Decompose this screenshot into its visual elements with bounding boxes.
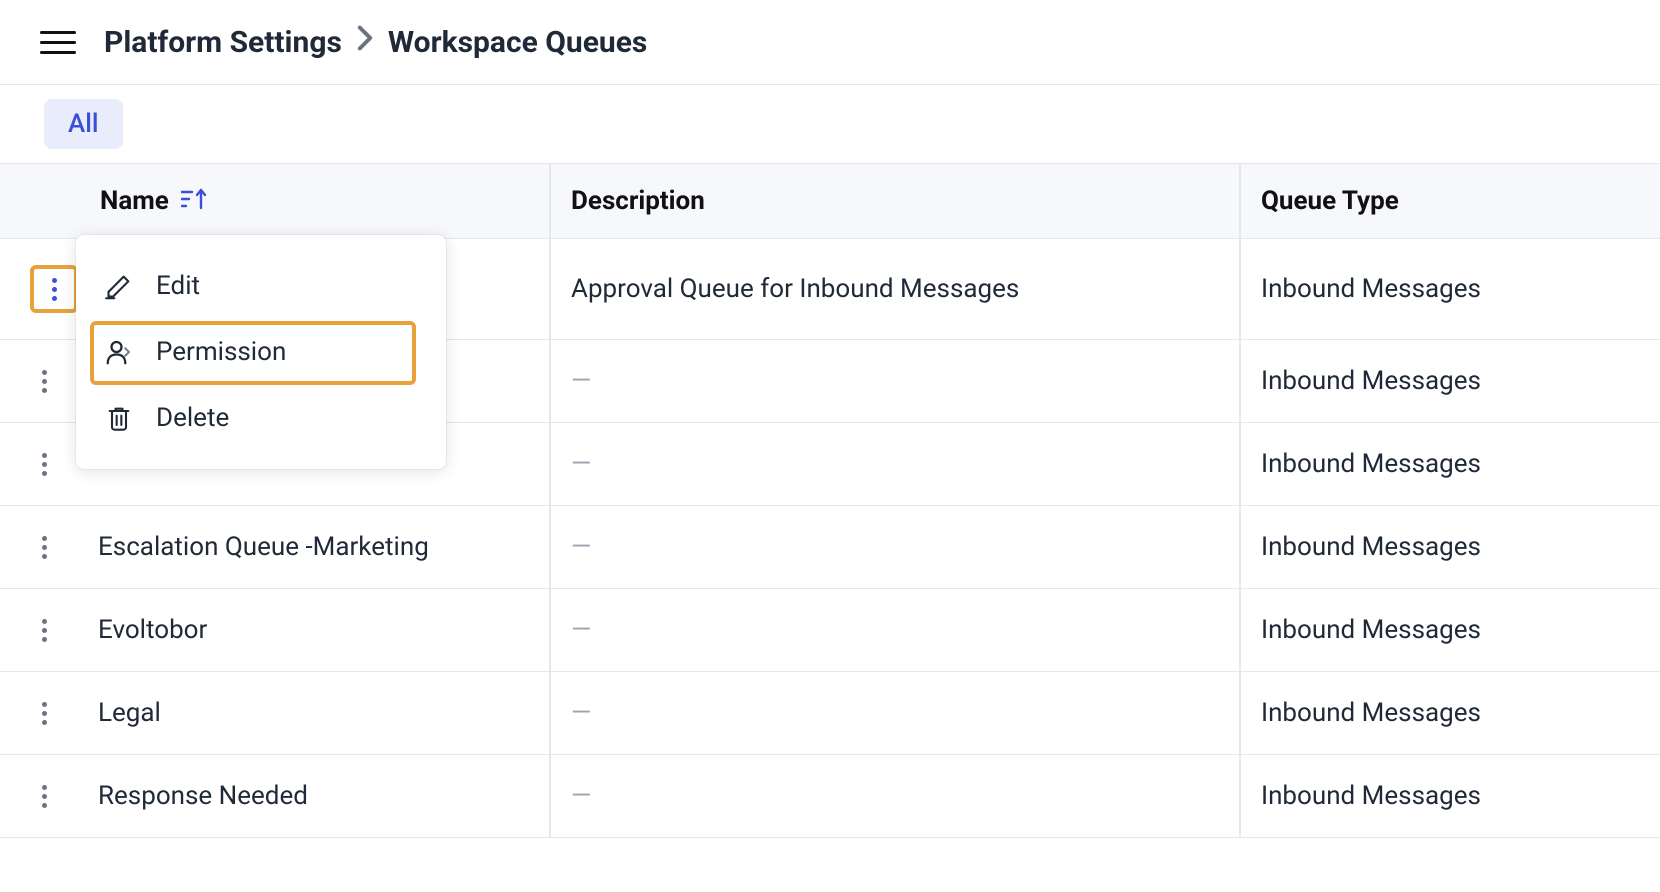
row-actions-button[interactable] — [30, 367, 58, 395]
queue-name[interactable]: Evoltobor — [98, 615, 207, 645]
queue-description: — — [550, 589, 1240, 672]
user-icon — [102, 335, 136, 369]
queue-description: — — [550, 340, 1240, 423]
row-actions-button[interactable] — [30, 450, 58, 478]
filter-tabs: All — [0, 85, 1660, 163]
queue-type: Inbound Messages — [1240, 423, 1660, 506]
queue-name[interactable]: Response Needed — [98, 781, 308, 811]
column-header-queue-type[interactable]: Queue Type — [1240, 164, 1660, 239]
column-header-name-label: Name — [100, 186, 169, 216]
sort-ascending-icon[interactable] — [181, 191, 207, 216]
queue-type: Inbound Messages — [1240, 239, 1660, 340]
row-actions-button[interactable] — [30, 699, 58, 727]
table-row: Escalation Queue -Marketing — Inbound Me… — [0, 506, 1660, 589]
column-header-description[interactable]: Description — [550, 164, 1240, 239]
pencil-icon — [102, 269, 136, 303]
queue-description: Approval Queue for Inbound Messages — [550, 239, 1240, 340]
menu-item-permission[interactable]: Permission — [76, 319, 446, 385]
trash-icon — [102, 401, 136, 435]
table-row: Legal — Inbound Messages — [0, 672, 1660, 755]
breadcrumb-current: Workspace Queues — [388, 25, 647, 60]
queue-description: — — [550, 423, 1240, 506]
table-row: Evoltobor — Inbound Messages — [0, 589, 1660, 672]
page-header: Platform Settings Workspace Queues — [0, 0, 1660, 85]
table-row: Response Needed — Inbound Messages — [0, 755, 1660, 838]
queue-type: Inbound Messages — [1240, 589, 1660, 672]
queue-description: — — [550, 755, 1240, 838]
breadcrumb-root[interactable]: Platform Settings — [104, 25, 342, 60]
column-header-name[interactable]: Name — [0, 164, 550, 239]
row-context-menu: Edit Permission Delete — [76, 235, 446, 469]
menu-item-label: Permission — [156, 337, 286, 367]
queue-description: — — [550, 672, 1240, 755]
row-actions-button[interactable] — [40, 275, 68, 303]
queue-type: Inbound Messages — [1240, 506, 1660, 589]
row-actions-button[interactable] — [30, 533, 58, 561]
row-actions-highlight — [30, 265, 78, 313]
queue-name[interactable]: Escalation Queue -Marketing — [98, 532, 429, 562]
menu-item-label: Delete — [156, 403, 229, 433]
queue-name[interactable]: Legal — [98, 698, 161, 728]
row-actions-button[interactable] — [30, 782, 58, 810]
tab-all[interactable]: All — [44, 99, 123, 149]
chevron-right-icon — [356, 24, 374, 60]
menu-item-label: Edit — [156, 271, 200, 301]
menu-item-delete[interactable]: Delete — [76, 385, 446, 451]
menu-item-edit[interactable]: Edit — [76, 253, 446, 319]
row-actions-button[interactable] — [30, 616, 58, 644]
queue-type: Inbound Messages — [1240, 672, 1660, 755]
hamburger-menu-icon[interactable] — [40, 24, 76, 60]
queue-type: Inbound Messages — [1240, 755, 1660, 838]
queue-description: — — [550, 506, 1240, 589]
breadcrumb: Platform Settings Workspace Queues — [104, 24, 647, 60]
queue-type: Inbound Messages — [1240, 340, 1660, 423]
